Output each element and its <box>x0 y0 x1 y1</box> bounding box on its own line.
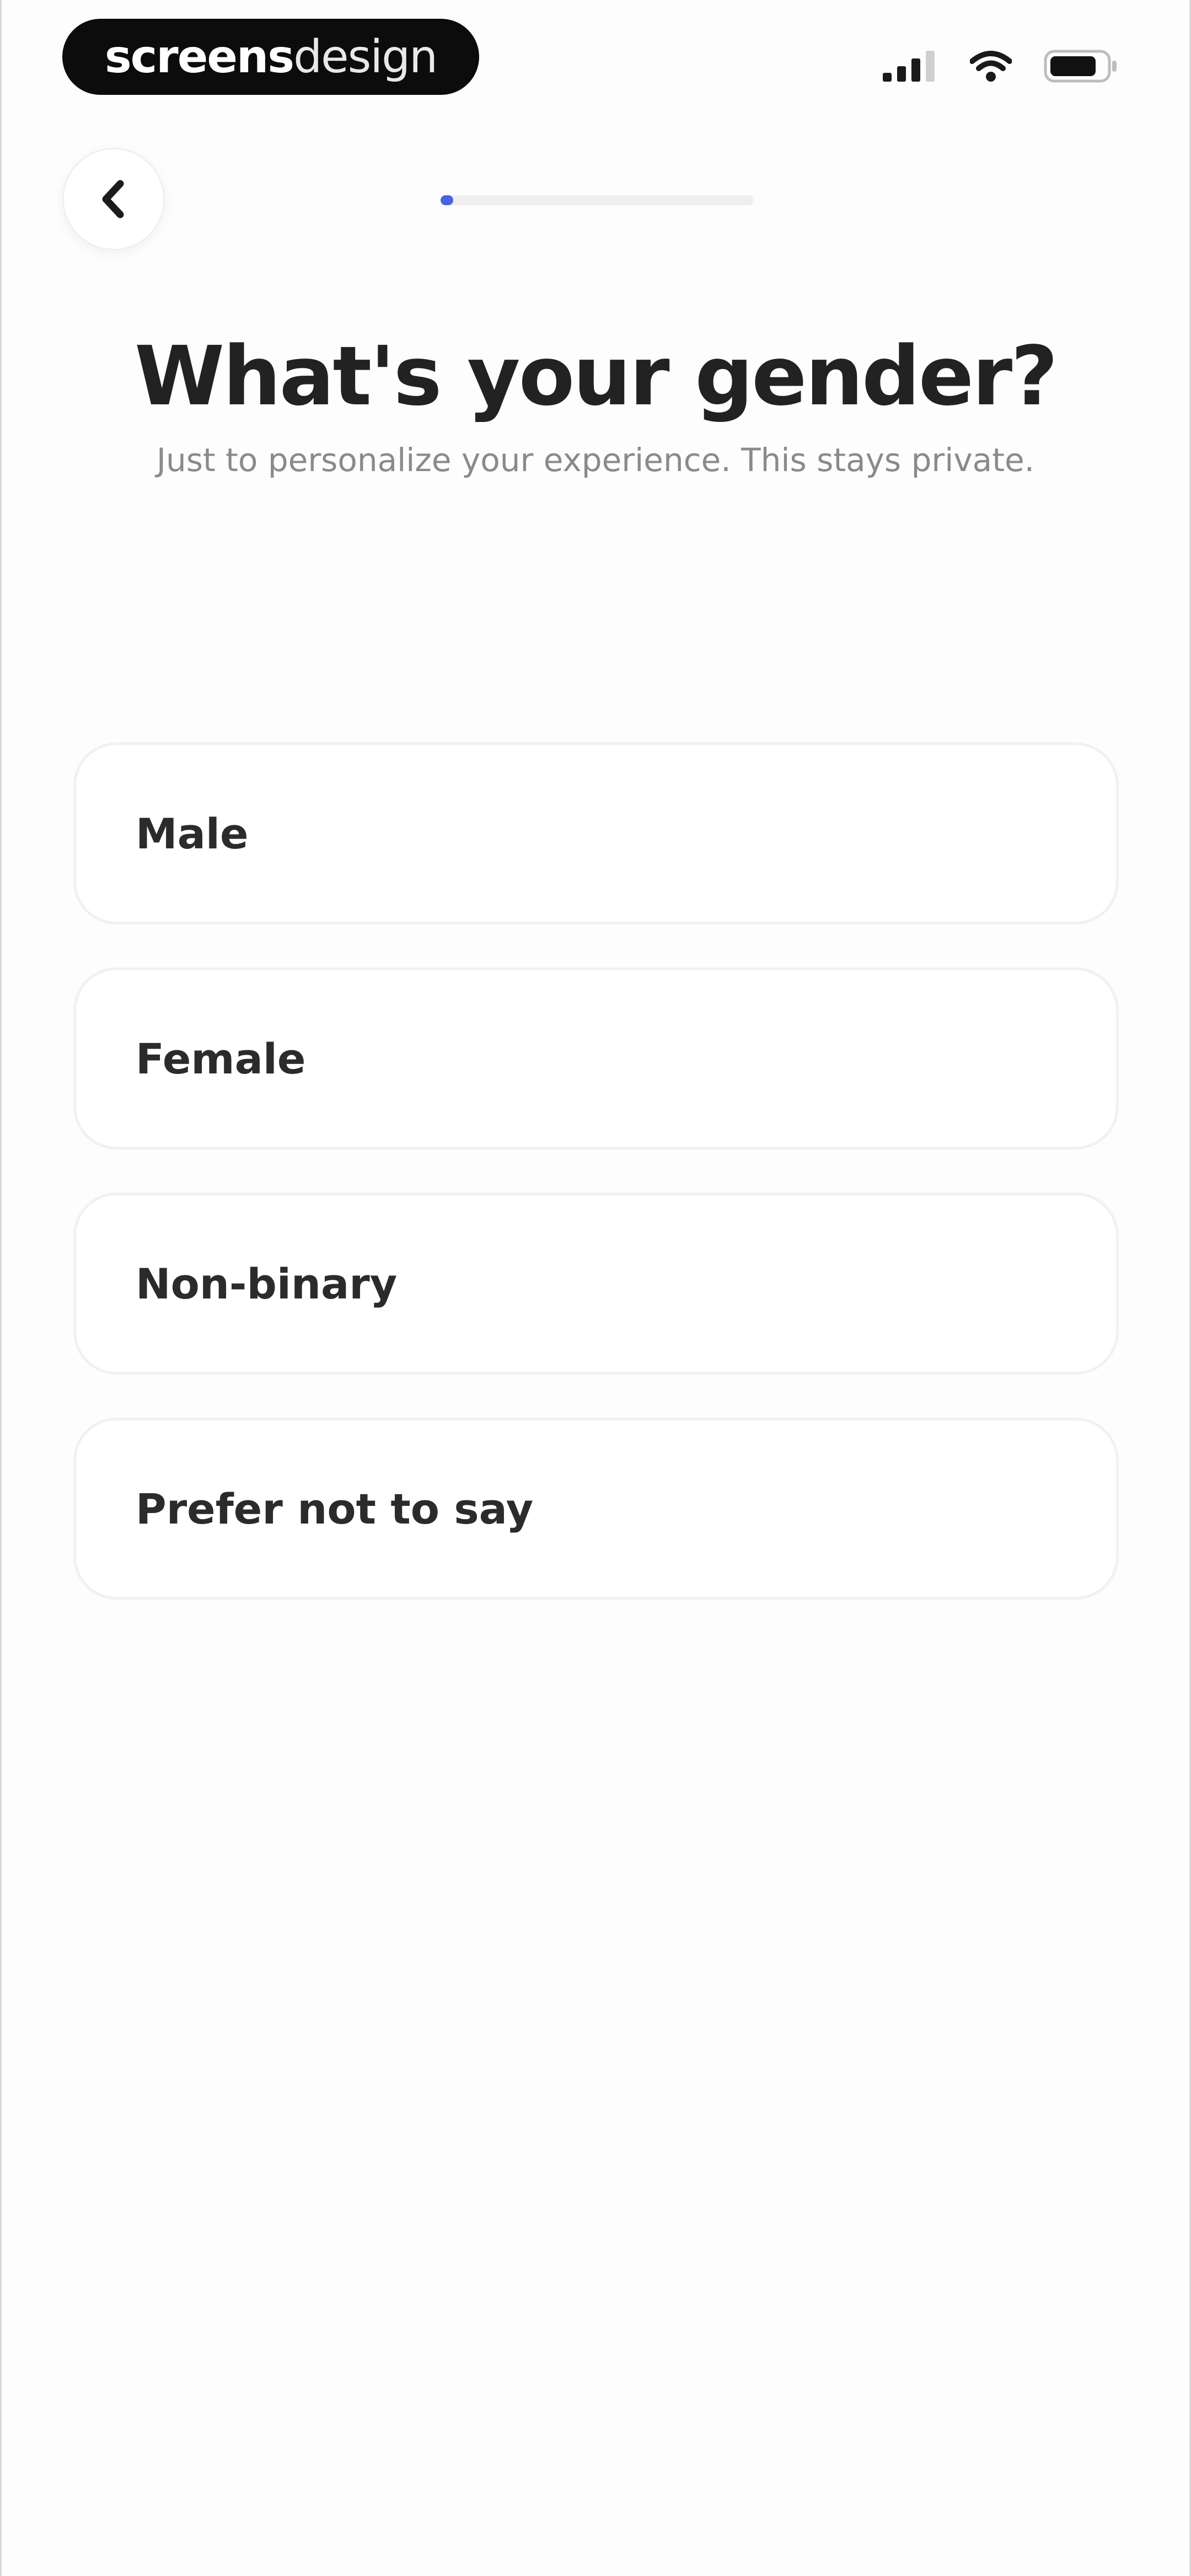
battery-icon <box>1044 50 1117 83</box>
onboarding-progress-fill <box>441 195 453 205</box>
chevron-left-icon <box>102 180 124 218</box>
brand-logo-text-bold: screens <box>104 30 294 83</box>
cellular-signal-icon <box>883 51 935 82</box>
brand-logo-text-light: design <box>293 30 438 83</box>
back-button[interactable] <box>62 148 165 250</box>
status-bar: screens design <box>2 0 1189 121</box>
page-title: What's your gender? <box>134 329 1058 424</box>
status-icons <box>883 50 1118 83</box>
gender-option-male[interactable]: Male <box>73 742 1119 924</box>
wifi-icon <box>970 51 1012 82</box>
onboarding-progress-bar <box>441 195 754 205</box>
gender-option-non-binary[interactable]: Non-binary <box>73 1193 1119 1375</box>
brand-logo: screens design <box>62 19 479 95</box>
onboarding-gender-screen: screens design What's your gender? Just … <box>0 0 1191 2576</box>
gender-option-female[interactable]: Female <box>73 968 1119 1150</box>
page-subtitle: Just to personalize your experience. Thi… <box>156 441 1035 479</box>
gender-option-prefer-not-to-say[interactable]: Prefer not to say <box>73 1418 1119 1600</box>
gender-options-list: Male Female Non-binary Prefer not to say <box>73 742 1119 1643</box>
